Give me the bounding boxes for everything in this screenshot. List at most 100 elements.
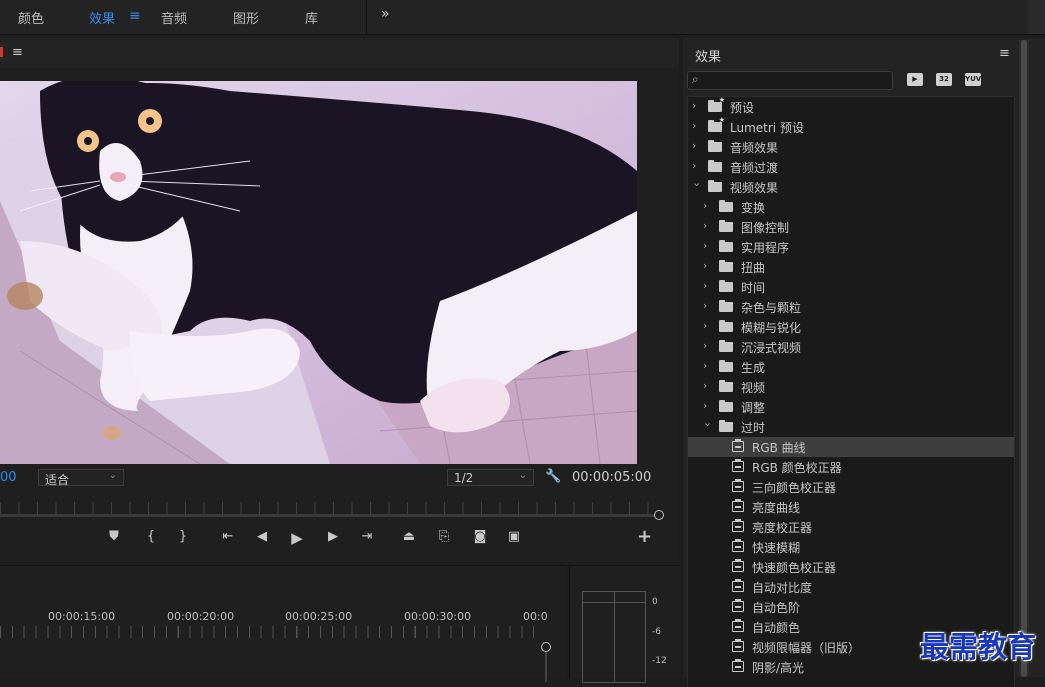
extract-icon[interactable]: ⎘ [434,529,454,544]
playhead-timecode[interactable]: 00 [0,470,17,485]
effects-folder[interactable]: › 实用程序 [688,237,1014,257]
monitor-time-ruler[interactable] [0,495,664,521]
marker-icon[interactable]: ⛊ [104,529,124,544]
plus-icon[interactable]: + [637,526,652,547]
go-to-out-icon[interactable]: ⇥ [357,529,377,544]
chevron-right-icon[interactable]: › [703,299,707,312]
chevron-down-icon[interactable]: ⌄ [692,176,701,189]
effects-folder[interactable]: ⌄ 视频效果 [688,176,1014,197]
step-forward-icon[interactable]: ▶ [323,529,343,544]
fit-dropdown[interactable]: 适合 ⌄ [38,469,124,487]
effects-folder[interactable]: › 图像控制 [688,217,1014,237]
go-to-in-icon[interactable]: ⇤ [218,529,238,544]
item-label: 变换 [741,201,766,215]
tab-audio[interactable]: 音频 [161,8,187,27]
compare-icon[interactable]: ▣ [504,529,524,544]
effects-folder[interactable]: › 变换 [688,197,1014,217]
tab-libraries[interactable]: 库 [305,8,318,27]
chevron-right-icon[interactable]: › [692,159,696,172]
effect-item[interactable]: 三向颜色校正器 [688,477,1014,497]
effect-item[interactable]: 亮度校正器 [688,517,1014,537]
chevron-down-icon[interactable]: ⌄ [703,416,712,429]
chevron-right-icon[interactable]: › [703,319,707,332]
chevron-right-icon[interactable]: › [703,399,707,412]
timecode-label: 00:00:25:00 [285,610,353,623]
chevron-right-icon[interactable]: › [703,199,707,212]
effect-icon [732,639,744,652]
effects-folder[interactable]: › ★ Lumetri 预设 [688,116,1014,137]
effects-folder[interactable]: › 视频 [688,377,1014,397]
tab-color[interactable]: 颜色 [18,8,44,27]
effect-item[interactable]: 快速模糊 [688,537,1014,557]
chevron-down-icon: ⌄ [108,470,117,481]
effect-icon [732,539,744,552]
folder-icon [708,160,722,172]
effects-folder[interactable]: › 模糊与锐化 [688,317,1014,337]
search-input[interactable]: ⌕ [687,71,893,90]
camera-icon[interactable]: ◙ [470,529,490,544]
effects-scrollbar[interactable] [1019,40,1029,677]
effects-folder[interactable]: › 生成 [688,357,1014,377]
chevron-right-icon[interactable]: › [703,219,707,232]
folder-icon: ★ [708,116,725,132]
watermark: 最需教育 [920,630,1037,664]
chevron-right-icon[interactable]: › [703,379,707,392]
effects-folder[interactable]: › ★ 预设 [688,96,1014,117]
chevron-right-icon[interactable]: › [703,239,707,252]
panel-menu-icon[interactable]: ≡ [999,46,1010,61]
mark-out-icon[interactable]: } [173,529,193,544]
effects-folder[interactable]: › 音频过渡 [688,157,1014,177]
item-label: 时间 [741,281,766,295]
folder-icon [719,400,733,412]
scroll-handle[interactable] [541,642,551,652]
chevron-right-icon[interactable]: › [703,339,707,352]
tab-effects[interactable]: 效果 [89,8,115,27]
program-monitor: ≡ 00 适合 ⌄ 1/2 ⌄ 🔧 00:00:05:00 ⛊ {} ⇤ ◀ … [0,38,679,562]
mark-in-icon[interactable]: { [141,529,161,544]
chevron-right-icon[interactable]: › [692,99,696,112]
chevron-right-icon[interactable]: › [703,359,707,372]
chevron-right-icon[interactable]: › [692,119,696,132]
effects-folder[interactable]: › 音频效果 [688,137,1014,157]
step-back-icon[interactable]: ◀ [252,529,272,544]
item-label: 音频效果 [730,141,779,155]
double-chevron-right-icon[interactable]: » [381,6,390,22]
resolution-dropdown[interactable]: 1/2 ⌄ [447,469,534,486]
effects-folder[interactable]: › 沉浸式视频 [688,337,1014,357]
effect-item[interactable]: RGB 曲线 [688,437,1014,457]
item-label: 音频过渡 [730,161,779,175]
yuv-badge[interactable]: YUV [965,73,981,86]
wrench-icon[interactable]: 🔧 [545,469,561,484]
effect-item[interactable]: 自动色阶 [688,597,1014,617]
effect-item[interactable]: 快速颜色校正器 [688,557,1014,577]
accelerated-effects-icon[interactable]: ▶ [907,73,923,86]
monitor-menu-icon[interactable]: ≡ [12,45,23,60]
chevron-right-icon[interactable]: › [703,279,707,292]
folder-icon [708,180,722,192]
hamburger-icon[interactable]: ≡ [129,8,141,24]
effects-folder[interactable]: › 时间 [688,277,1014,297]
effect-item[interactable]: 亮度曲线 [688,497,1014,517]
effect-item[interactable]: RGB 颜色校正器 [688,457,1014,477]
chevron-right-icon[interactable]: › [703,259,707,272]
play-icon[interactable]: ▶ [287,529,307,547]
scroll-track [545,652,547,682]
ruler-ticks [0,502,657,514]
timeline-ticks[interactable] [0,626,542,638]
tab-graphics[interactable]: 图形 [233,8,259,27]
video-frame[interactable] [0,81,637,464]
effects-folder[interactable]: › 扭曲 [688,257,1014,277]
32bit-badge[interactable]: 32 [936,73,952,86]
timecode-label: 00:00:15:00 [48,610,116,623]
effects-folder[interactable]: › 调整 [688,397,1014,417]
fit-dropdown-value: 适合 [45,473,70,487]
lift-icon[interactable]: ⏏ [399,529,419,544]
scroll-thumb[interactable] [1021,40,1027,677]
timeline-scrollbar[interactable] [541,642,551,682]
item-label: 自动对比度 [752,581,813,595]
effect-item[interactable]: 自动对比度 [688,577,1014,597]
effects-folder[interactable]: › 杂色与颗粒 [688,297,1014,317]
effects-folder[interactable]: ⌄ 过时 [688,416,1014,437]
zoom-handle[interactable] [654,510,664,520]
chevron-right-icon[interactable]: › [692,139,696,152]
